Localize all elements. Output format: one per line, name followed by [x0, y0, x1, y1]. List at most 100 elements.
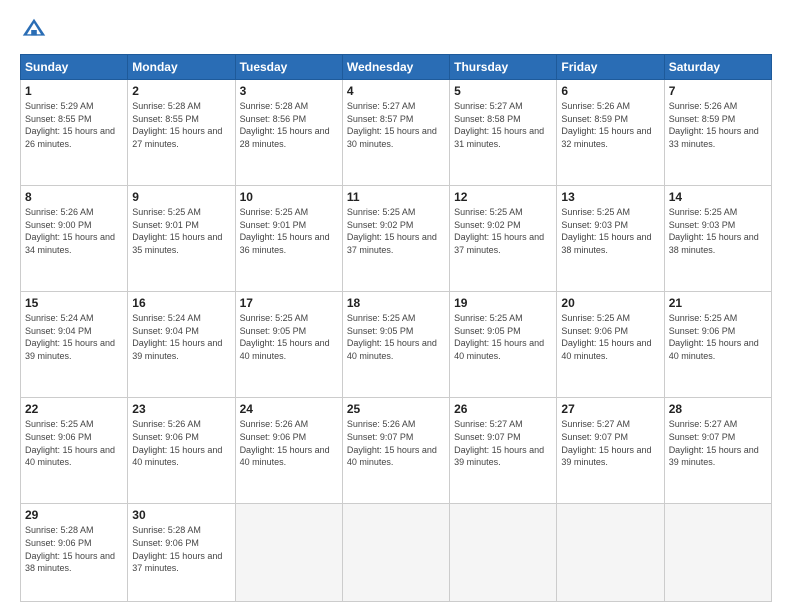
calendar-cell: 25Sunrise: 5:26 AMSunset: 9:07 PMDayligh…	[342, 398, 449, 504]
calendar-cell: 1Sunrise: 5:29 AMSunset: 8:55 PMDaylight…	[21, 80, 128, 186]
calendar-cell: 28 Sunrise: 5:27 AMSunset: 9:07 PMDayligh…	[664, 398, 771, 504]
calendar-cell: 17 Sunrise: 5:25 AMSunset: 9:05 PMDayligh…	[235, 292, 342, 398]
calendar-cell: 3 Sunrise: 5:28 AMSunset: 8:56 PMDaylight…	[235, 80, 342, 186]
calendar-cell: 20 Sunrise: 5:25 AMSunset: 9:06 PMDayligh…	[557, 292, 664, 398]
calendar-cell: 15 Sunrise: 5:24 AMSunset: 9:04 PMDayligh…	[21, 292, 128, 398]
day-info: Sunrise: 5:25 AMSunset: 9:02 PMDaylight:…	[454, 206, 552, 256]
calendar-cell: 16 Sunrise: 5:24 AMSunset: 9:04 PMDayligh…	[128, 292, 235, 398]
calendar-cell: 6 Sunrise: 5:26 AMSunset: 8:59 PMDaylight…	[557, 80, 664, 186]
day-info: Sunrise: 5:28 AMSunset: 9:06 PMDaylight:…	[25, 524, 123, 574]
day-info: Sunrise: 5:26 AMSunset: 9:00 PMDaylight:…	[25, 206, 123, 256]
calendar-cell: 14Sunrise: 5:25 AMSunset: 9:03 PMDayligh…	[664, 186, 771, 292]
day-info: Sunrise: 5:24 AMSunset: 9:04 PMDaylight:…	[132, 312, 230, 362]
day-info: Sunrise: 5:27 AMSunset: 9:07 PMDaylight:…	[561, 418, 659, 468]
day-number: 7	[669, 84, 767, 98]
day-number: 23	[132, 402, 230, 416]
day-number: 27	[561, 402, 659, 416]
day-number: 9	[132, 190, 230, 204]
day-number: 24	[240, 402, 338, 416]
day-info: Sunrise: 5:27 AMSunset: 8:57 PMDaylight:…	[347, 100, 445, 150]
calendar-cell: 4 Sunrise: 5:27 AMSunset: 8:57 PMDaylight…	[342, 80, 449, 186]
day-number: 20	[561, 296, 659, 310]
calendar-cell: 13 Sunrise: 5:25 AMSunset: 9:03 PMDayligh…	[557, 186, 664, 292]
calendar-header-thursday: Thursday	[450, 55, 557, 80]
day-info: Sunrise: 5:25 AMSunset: 9:02 PMDaylight:…	[347, 206, 445, 256]
calendar-header-tuesday: Tuesday	[235, 55, 342, 80]
calendar-cell	[342, 504, 449, 602]
day-info: Sunrise: 5:25 AMSunset: 9:01 PMDaylight:…	[240, 206, 338, 256]
day-number: 18	[347, 296, 445, 310]
day-info: Sunrise: 5:27 AMSunset: 8:58 PMDaylight:…	[454, 100, 552, 150]
day-info: Sunrise: 5:27 AMSunset: 9:07 PMDaylight:…	[454, 418, 552, 468]
day-number: 8	[25, 190, 123, 204]
calendar-cell: 19 Sunrise: 5:25 AMSunset: 9:05 PMDayligh…	[450, 292, 557, 398]
day-info: Sunrise: 5:25 AMSunset: 9:06 PMDaylight:…	[25, 418, 123, 468]
day-number: 21	[669, 296, 767, 310]
day-info: Sunrise: 5:25 AMSunset: 9:05 PMDaylight:…	[347, 312, 445, 362]
day-number: 22	[25, 402, 123, 416]
day-info: Sunrise: 5:25 AMSunset: 9:05 PMDaylight:…	[240, 312, 338, 362]
day-number: 14	[669, 190, 767, 204]
day-info: Sunrise: 5:26 AMSunset: 8:59 PMDaylight:…	[561, 100, 659, 150]
day-info: Sunrise: 5:25 AMSunset: 9:01 PMDaylight:…	[132, 206, 230, 256]
calendar-header-friday: Friday	[557, 55, 664, 80]
day-info: Sunrise: 5:28 AMSunset: 8:56 PMDaylight:…	[240, 100, 338, 150]
day-number: 6	[561, 84, 659, 98]
day-info: Sunrise: 5:29 AMSunset: 8:55 PMDaylight:…	[25, 100, 123, 150]
day-number: 30	[132, 508, 230, 522]
calendar-cell	[557, 504, 664, 602]
calendar-cell: 24Sunrise: 5:26 AMSunset: 9:06 PMDayligh…	[235, 398, 342, 504]
day-number: 16	[132, 296, 230, 310]
calendar-cell: 30 Sunrise: 5:28 AMSunset: 9:06 PMDayligh…	[128, 504, 235, 602]
calendar-cell: 2Sunrise: 5:28 AMSunset: 8:55 PMDaylight…	[128, 80, 235, 186]
day-info: Sunrise: 5:25 AMSunset: 9:05 PMDaylight:…	[454, 312, 552, 362]
calendar-header-row: SundayMondayTuesdayWednesdayThursdayFrid…	[21, 55, 772, 80]
day-number: 12	[454, 190, 552, 204]
calendar-cell: 12 Sunrise: 5:25 AMSunset: 9:02 PMDayligh…	[450, 186, 557, 292]
calendar-cell	[664, 504, 771, 602]
calendar-header-sunday: Sunday	[21, 55, 128, 80]
calendar-cell: 7 Sunrise: 5:26 AMSunset: 8:59 PMDaylight…	[664, 80, 771, 186]
day-number: 4	[347, 84, 445, 98]
calendar-header-monday: Monday	[128, 55, 235, 80]
day-info: Sunrise: 5:26 AMSunset: 8:59 PMDaylight:…	[669, 100, 767, 150]
calendar-cell: 29 Sunrise: 5:28 AMSunset: 9:06 PMDayligh…	[21, 504, 128, 602]
calendar-cell: 22 Sunrise: 5:25 AMSunset: 9:06 PMDayligh…	[21, 398, 128, 504]
day-number: 2	[132, 84, 230, 98]
day-info: Sunrise: 5:25 AMSunset: 9:03 PMDaylight:…	[561, 206, 659, 256]
calendar-cell: 9 Sunrise: 5:25 AMSunset: 9:01 PMDaylight…	[128, 186, 235, 292]
calendar-header-wednesday: Wednesday	[342, 55, 449, 80]
day-number: 17	[240, 296, 338, 310]
calendar-week-3: 15 Sunrise: 5:24 AMSunset: 9:04 PMDayligh…	[21, 292, 772, 398]
calendar-cell: 18 Sunrise: 5:25 AMSunset: 9:05 PMDayligh…	[342, 292, 449, 398]
header	[20, 16, 772, 44]
day-number: 26	[454, 402, 552, 416]
calendar-cell: 11 Sunrise: 5:25 AMSunset: 9:02 PMDayligh…	[342, 186, 449, 292]
calendar-cell: 5Sunrise: 5:27 AMSunset: 8:58 PMDaylight…	[450, 80, 557, 186]
day-info: Sunrise: 5:27 AMSunset: 9:07 PMDaylight:…	[669, 418, 767, 468]
calendar-cell: 8 Sunrise: 5:26 AMSunset: 9:00 PMDaylight…	[21, 186, 128, 292]
logo-icon	[20, 16, 48, 44]
day-number: 3	[240, 84, 338, 98]
calendar-table: SundayMondayTuesdayWednesdayThursdayFrid…	[20, 54, 772, 602]
calendar-cell: 26 Sunrise: 5:27 AMSunset: 9:07 PMDayligh…	[450, 398, 557, 504]
day-number: 15	[25, 296, 123, 310]
day-number: 28	[669, 402, 767, 416]
calendar-cell: 21Sunrise: 5:25 AMSunset: 9:06 PMDayligh…	[664, 292, 771, 398]
day-number: 19	[454, 296, 552, 310]
day-number: 11	[347, 190, 445, 204]
calendar-week-1: 1Sunrise: 5:29 AMSunset: 8:55 PMDaylight…	[21, 80, 772, 186]
day-number: 13	[561, 190, 659, 204]
day-number: 10	[240, 190, 338, 204]
day-info: Sunrise: 5:26 AMSunset: 9:06 PMDaylight:…	[132, 418, 230, 468]
day-info: Sunrise: 5:24 AMSunset: 9:04 PMDaylight:…	[25, 312, 123, 362]
calendar-cell	[450, 504, 557, 602]
logo	[20, 16, 52, 44]
day-number: 29	[25, 508, 123, 522]
day-info: Sunrise: 5:28 AMSunset: 9:06 PMDaylight:…	[132, 524, 230, 574]
calendar-week-4: 22 Sunrise: 5:25 AMSunset: 9:06 PMDayligh…	[21, 398, 772, 504]
day-number: 25	[347, 402, 445, 416]
calendar-cell: 23 Sunrise: 5:26 AMSunset: 9:06 PMDayligh…	[128, 398, 235, 504]
day-info: Sunrise: 5:25 AMSunset: 9:06 PMDaylight:…	[561, 312, 659, 362]
calendar-header-saturday: Saturday	[664, 55, 771, 80]
